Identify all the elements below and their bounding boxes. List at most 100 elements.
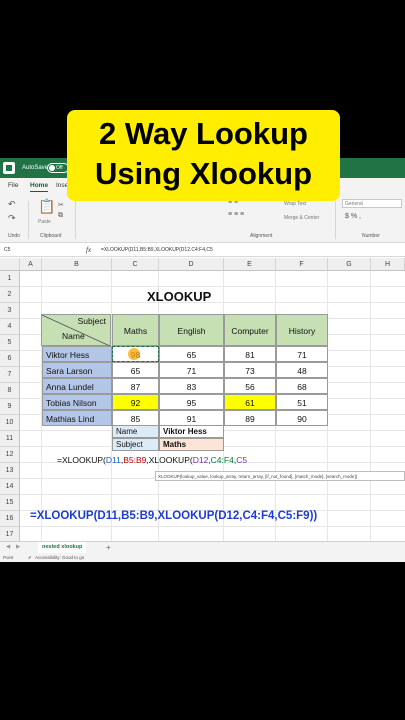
cut-icon[interactable]: ✂ (58, 201, 64, 209)
gridline (20, 494, 405, 495)
subject-header-history[interactable]: History (276, 314, 328, 346)
score-cell[interactable]: 95 (159, 394, 224, 410)
column-header[interactable]: C (112, 258, 159, 271)
row-header[interactable]: 3 (0, 303, 20, 319)
score-cell[interactable]: 65 (112, 362, 159, 378)
row-header[interactable]: 1 (0, 271, 20, 287)
column-header[interactable]: G (328, 258, 371, 271)
subject-header-computer[interactable]: Computer (224, 314, 276, 346)
score-cell[interactable]: 71 (276, 346, 328, 362)
row-header[interactable]: 5 (0, 335, 20, 351)
score-cell[interactable]: 87 (112, 378, 159, 394)
score-cell[interactable]: 89 (224, 410, 276, 426)
row-header[interactable]: 4 (0, 319, 20, 335)
score-cell[interactable]: 91 (159, 410, 224, 426)
formula-input[interactable]: =XLOOKUP(D11,B5:B9,XLOOKUP(D12,C4:F4,C5 (101, 247, 213, 253)
row-header[interactable]: 11 (0, 431, 20, 447)
video-headline: 2 Way Lookup Using Xlookup (67, 110, 340, 201)
score-cell[interactable]: 83 (159, 378, 224, 394)
column-header[interactable]: D (159, 258, 224, 271)
formula-ref-d12: D12 (192, 455, 209, 465)
worksheet-grid[interactable]: A B C D E F G H 1 2 3 4 5 6 7 8 9 10 11 12 13 14 15 16 1… (0, 258, 405, 562)
wrap-text-button[interactable]: Wrap Text (284, 201, 306, 207)
lookup-name-label: Name (112, 425, 159, 438)
ribbon-separator (75, 201, 76, 239)
group-undo: Undo (8, 233, 20, 239)
row-header[interactable]: 14 (0, 479, 20, 495)
row-header[interactable]: 6 (0, 351, 20, 367)
next-sheet-icon[interactable]: ▶ (16, 542, 20, 553)
corner-header-cell[interactable]: Subject Name (41, 314, 112, 347)
row-header[interactable]: 13 (0, 463, 20, 479)
prev-sheet-icon[interactable]: ◀ (6, 542, 10, 553)
score-cell[interactable]: 71 (159, 362, 224, 378)
align-icon[interactable]: ≡ ≡ ≡ (228, 211, 244, 218)
merge-center-button[interactable]: Merge & Center (284, 215, 319, 221)
name-cell[interactable]: Anna Lundel (42, 378, 112, 394)
group-number: Number (362, 233, 380, 239)
score-cell-highlighted[interactable]: 92 (112, 394, 159, 410)
tab-home[interactable]: Home (30, 182, 49, 192)
undo-icon[interactable]: ↶ (8, 199, 16, 210)
cell-edit-formula[interactable]: =XLOOKUP(D11,B5:B9,XLOOKUP(D12,C4:F4,C5 (57, 455, 247, 465)
column-header[interactable]: B (42, 258, 112, 271)
row-header[interactable]: 9 (0, 399, 20, 415)
tab-file[interactable]: File (8, 182, 18, 189)
formula-ref-b5b9: B5:B9 (123, 455, 147, 465)
score-cell-highlighted[interactable]: 61 (224, 394, 276, 410)
excel-window: AutoSave Off File Home Inse ↶ ↷ Undo 📋 P… (0, 158, 405, 562)
row-header[interactable]: 10 (0, 415, 20, 431)
paste-label[interactable]: Paste (38, 219, 51, 225)
score-cell[interactable]: 51 (276, 394, 328, 410)
subject-header-maths[interactable]: Maths (112, 314, 159, 346)
status-bar: Point ✔ Accessibility: Good to go (0, 553, 405, 562)
paste-icon[interactable]: 📋 (38, 198, 55, 215)
lookup-name-value[interactable]: Viktor Hess (159, 425, 224, 438)
redo-icon[interactable]: ↷ (8, 213, 16, 224)
currency-icon[interactable]: $ % , (345, 213, 361, 220)
row-header[interactable]: 8 (0, 383, 20, 399)
select-all-corner[interactable] (0, 258, 20, 271)
sheet-title: XLOOKUP (147, 289, 212, 304)
subject-header-english[interactable]: English (159, 314, 224, 346)
name-cell[interactable]: Viktor Hess (42, 346, 112, 362)
name-cell[interactable]: Mathias Lind (42, 410, 112, 426)
name-cell[interactable]: Sara Larson (42, 362, 112, 378)
autosave-toggle[interactable]: Off (47, 163, 69, 173)
number-format-dropdown[interactable]: General (342, 199, 402, 208)
score-cell[interactable]: 56 (224, 378, 276, 394)
score-cell[interactable]: 68 (276, 378, 328, 394)
status-mode: Point (3, 555, 14, 560)
score-cell[interactable]: 73 (224, 362, 276, 378)
name-box[interactable]: C5 (4, 247, 10, 253)
ribbon-separator (28, 201, 29, 239)
add-sheet-icon[interactable]: + (106, 543, 111, 553)
formula-ref-c4f4: C4:F4 (210, 455, 234, 465)
column-header[interactable]: E (224, 258, 276, 271)
headline-line-2: Using Xlookup (95, 156, 312, 191)
column-header[interactable]: F (276, 258, 328, 271)
sheet-tabs-bar: ◀ ▶ nested xlookup + (0, 541, 405, 554)
gridline (20, 286, 405, 287)
accessibility-status[interactable]: Accessibility: Good to go (35, 553, 84, 562)
fx-icon[interactable]: fx (86, 246, 91, 254)
score-cell[interactable]: 65 (159, 346, 224, 362)
name-cell[interactable]: Tobias Nilson (42, 394, 112, 410)
score-cell[interactable]: 48 (276, 362, 328, 378)
row-header[interactable]: 16 (0, 511, 20, 527)
formula-ref-c5: C5 (236, 455, 248, 465)
gridline (370, 271, 371, 541)
row-header[interactable]: 2 (0, 287, 20, 303)
column-header[interactable]: A (20, 258, 42, 271)
row-header[interactable]: 15 (0, 495, 20, 511)
score-cell[interactable]: 81 (224, 346, 276, 362)
lookup-subject-value[interactable]: Maths (159, 438, 224, 451)
ribbon-separator (335, 201, 336, 239)
formula-bar: C5 fx =XLOOKUP(D11,B5:B9,XLOOKUP(D12,C4:… (0, 244, 405, 257)
column-header[interactable]: H (371, 258, 405, 271)
row-header[interactable]: 12 (0, 447, 20, 463)
score-cell[interactable]: 85 (112, 410, 159, 426)
row-header[interactable]: 7 (0, 367, 20, 383)
score-cell[interactable]: 90 (276, 410, 328, 426)
copy-icon[interactable]: ⧉ (58, 212, 63, 220)
